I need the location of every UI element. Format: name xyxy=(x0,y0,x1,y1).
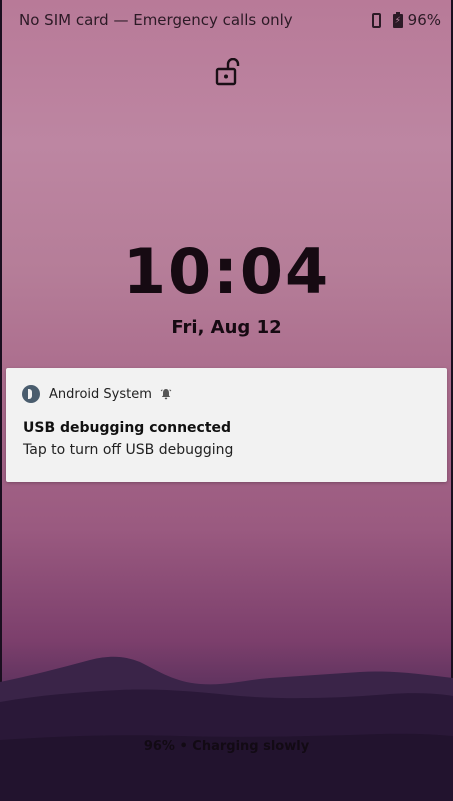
mountain-silhouette xyxy=(0,656,453,801)
charging-status-text: 96% • Charging slowly xyxy=(143,739,310,754)
lock-screen: No SIM card — Emergency calls only ⚡ 96%… xyxy=(0,0,453,801)
battery-percent-text: 96% xyxy=(407,11,441,29)
notification-title: USB debugging connected xyxy=(23,420,232,436)
notification-header: Android System xyxy=(22,385,172,403)
bell-icon xyxy=(160,389,172,400)
carrier-status-text: No SIM card — Emergency calls only xyxy=(19,11,293,29)
notification-app-name: Android System xyxy=(49,386,152,402)
status-bar: No SIM card — Emergency calls only ⚡ 96% xyxy=(0,0,453,40)
lock-clock: 10:04 xyxy=(122,235,331,308)
notification-text: Tap to turn off USB debugging xyxy=(23,442,234,458)
android-system-icon xyxy=(22,385,40,403)
unlocked-padlock-icon[interactable] xyxy=(215,58,241,86)
usb-debugging-notification[interactable]: Android System USB debugging connected T… xyxy=(6,368,447,482)
lock-date: Fri, Aug 12 xyxy=(171,317,282,338)
status-icons: ⚡ 96% xyxy=(371,11,441,29)
phone-vibrate-icon xyxy=(371,12,381,28)
battery-charging-icon: ⚡ xyxy=(392,12,403,28)
